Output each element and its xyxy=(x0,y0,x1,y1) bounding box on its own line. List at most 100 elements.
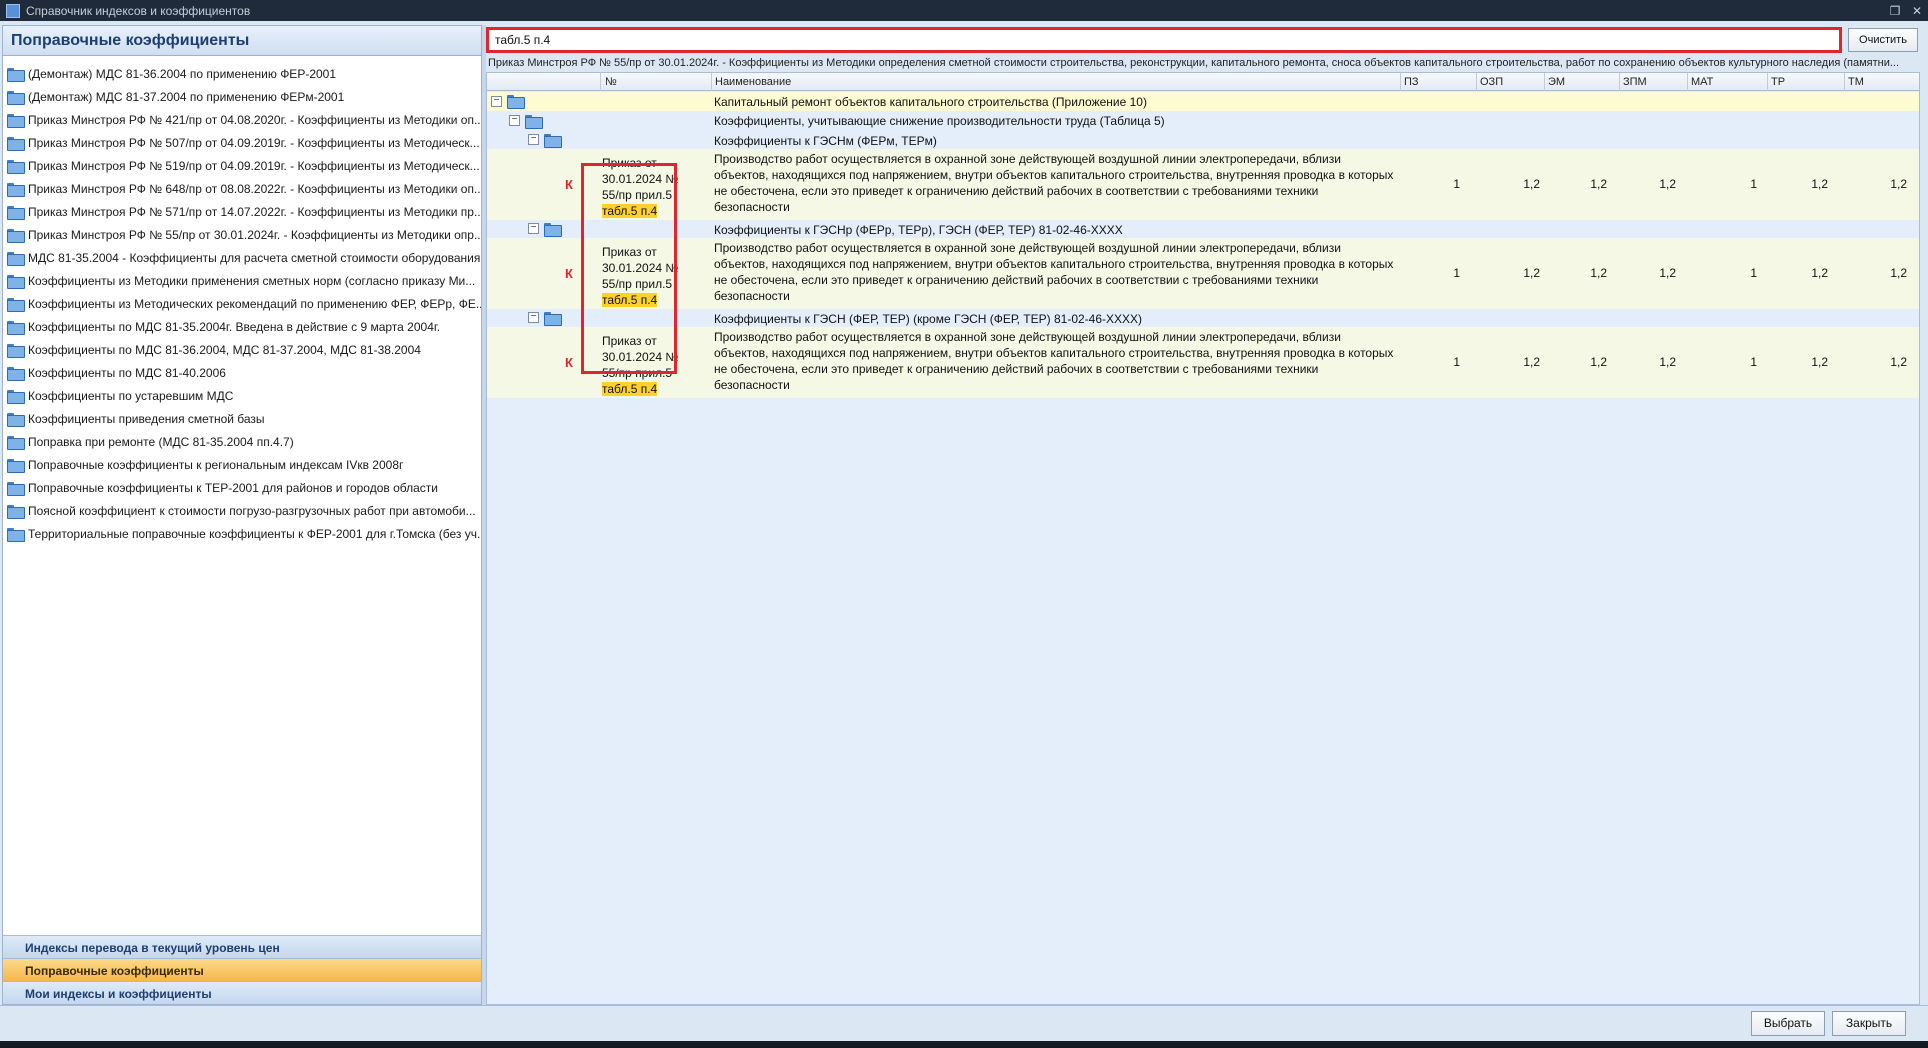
search-row: Очистить xyxy=(486,27,1920,55)
column-em[interactable]: ЭМ xyxy=(1548,76,1565,88)
coefficient-group-list: (Демонтаж) МДС 81-36.2004 по применению … xyxy=(3,56,481,545)
folder-icon xyxy=(7,274,25,289)
list-item[interactable]: Коэффициенты по МДС 81-40.2006 xyxy=(3,361,481,384)
nav-coefficients-button[interactable]: Поправочные коэффициенты xyxy=(3,958,481,981)
folder-icon xyxy=(7,412,25,427)
row-number: Приказ от 30.01.2024 № 55/пр прил.5 табл.… xyxy=(602,156,679,218)
select-button[interactable]: Выбрать xyxy=(1751,1011,1825,1036)
folder-icon xyxy=(7,297,25,312)
app-window: Справочник индексов и коэффициентов ❐ ✕ … xyxy=(0,0,1928,1048)
list-item[interactable]: Коэффициенты по устаревшим МДС xyxy=(3,384,481,407)
collapse-icon[interactable]: − xyxy=(528,134,539,145)
folder-icon xyxy=(544,223,562,237)
list-item[interactable]: Коэффициенты приведения сметной базы xyxy=(3,407,481,430)
close-window-button[interactable]: ✕ xyxy=(1906,4,1928,18)
list-item[interactable]: Приказ Минстроя РФ № 55/пр от 30.01.2024… xyxy=(3,223,481,246)
folder-icon xyxy=(7,366,25,381)
grid-header: № Наименование ПЗ ОЗП ЭМ ЗПМ МАТ ТР ТМ xyxy=(487,73,1919,91)
collapse-icon[interactable]: − xyxy=(528,312,539,323)
folder-icon xyxy=(7,435,25,450)
list-item[interactable]: Поправочные коэффициенты к ТЕР-2001 для … xyxy=(3,476,481,499)
row-description: Производство работ осуществляется в охра… xyxy=(714,152,1394,214)
folder-icon xyxy=(7,389,25,404)
group-row[interactable]: − Коэффициенты к ГЭСНр (ФЕРр, ТЕРр), ГЭС… xyxy=(487,220,1919,238)
list-item[interactable]: Приказ Минстроя РФ № 648/пр от 08.08.202… xyxy=(3,177,481,200)
nav-my-indices-button[interactable]: Мои индексы и коэффициенты xyxy=(3,981,481,1004)
list-item[interactable]: (Демонтаж) МДС 81-36.2004 по применению … xyxy=(3,62,481,85)
app-icon xyxy=(6,3,20,18)
list-item[interactable]: Коэффициенты из Методики применения смет… xyxy=(3,269,481,292)
row-description: Производство работ осуществляется в охра… xyxy=(714,330,1394,392)
collapse-icon[interactable]: − xyxy=(528,223,539,234)
table-row[interactable]: К Приказ от 30.01.2024 № 55/пр прил.5 таб… xyxy=(487,149,1919,220)
row-description: Производство работ осуществляется в охра… xyxy=(714,241,1394,303)
section-row[interactable]: − Капитальный ремонт объектов капитально… xyxy=(487,92,1919,111)
nav-buttons: Индексы перевода в текущий уровень цен П… xyxy=(3,935,481,1004)
subsection-row[interactable]: − Коэффициенты, учитывающие снижение про… xyxy=(487,111,1919,131)
folder-icon xyxy=(7,182,25,197)
left-panel: Поправочные коэффициенты (Демонтаж) МДС … xyxy=(2,25,482,1005)
folder-icon xyxy=(7,136,25,151)
folder-icon xyxy=(525,115,543,129)
folder-icon xyxy=(7,228,25,243)
clear-button[interactable]: Очистить xyxy=(1848,28,1918,52)
taskbar xyxy=(0,1041,1928,1048)
column-pz[interactable]: ПЗ xyxy=(1404,76,1419,88)
coefficient-grid: № Наименование ПЗ ОЗП ЭМ ЗПМ МАТ ТР ТМ −… xyxy=(486,72,1920,1005)
folder-icon xyxy=(7,90,25,105)
folder-icon xyxy=(7,504,25,519)
title-bar: Справочник индексов и коэффициентов ❐ ✕ xyxy=(0,0,1928,21)
list-item[interactable]: Территориальные поправочные коэффициенты… xyxy=(3,522,481,545)
search-highlight: табл.5 п.4 xyxy=(602,204,658,218)
folder-icon xyxy=(544,134,562,148)
column-zpm[interactable]: ЗПМ xyxy=(1623,76,1647,88)
nav-indices-button[interactable]: Индексы перевода в текущий уровень цен xyxy=(3,935,481,958)
close-button[interactable]: Закрыть xyxy=(1832,1011,1906,1036)
table-row[interactable]: К Приказ от 30.01.2024 № 55/пр прил.5 таб… xyxy=(487,238,1919,309)
list-item[interactable]: Приказ Минстроя РФ № 421/пр от 04.08.202… xyxy=(3,108,481,131)
list-item[interactable]: Приказ Минстроя РФ № 507/пр от 04.09.201… xyxy=(3,131,481,154)
collapse-icon[interactable]: − xyxy=(509,115,520,126)
list-item[interactable]: Коэффициенты по МДС 81-36.2004, МДС 81-3… xyxy=(3,338,481,361)
group-row[interactable]: − Коэффициенты к ГЭСН (ФЕР, ТЕР) (кроме … xyxy=(487,309,1919,327)
coefficient-marker: К xyxy=(565,177,573,192)
list-item[interactable]: МДС 81-35.2004 - Коэффициенты для расчет… xyxy=(3,246,481,269)
column-num[interactable]: № xyxy=(605,76,617,88)
folder-icon xyxy=(7,251,25,266)
folder-icon xyxy=(507,95,525,109)
folder-icon xyxy=(7,113,25,128)
left-panel-header: Поправочные коэффициенты xyxy=(3,26,481,56)
column-name[interactable]: Наименование xyxy=(715,76,791,88)
column-mat[interactable]: МАТ xyxy=(1691,76,1713,88)
collapse-icon[interactable]: − xyxy=(491,96,502,107)
folder-icon xyxy=(7,320,25,335)
list-item[interactable]: Коэффициенты по МДС 81-35.2004г. Введена… xyxy=(3,315,481,338)
bottom-bar: Выбрать Закрыть xyxy=(0,1005,1928,1041)
right-panel: Очистить Приказ Минстроя РФ № 55/пр от 3… xyxy=(486,25,1920,1005)
list-item[interactable]: Коэффициенты из Методических рекомендаци… xyxy=(3,292,481,315)
folder-icon xyxy=(7,458,25,473)
folder-icon xyxy=(544,312,562,326)
search-input[interactable] xyxy=(486,27,1842,53)
list-item[interactable]: Приказ Минстроя РФ № 519/пр от 04.09.201… xyxy=(3,154,481,177)
column-tr[interactable]: ТР xyxy=(1771,76,1785,88)
list-item[interactable]: (Демонтаж) МДС 81-37.2004 по применению … xyxy=(3,85,481,108)
column-ozp[interactable]: ОЗП xyxy=(1480,76,1503,88)
restore-button[interactable]: ❐ xyxy=(1884,4,1906,18)
list-item[interactable]: Приказ Минстроя РФ № 571/пр от 14.07.202… xyxy=(3,200,481,223)
row-number: Приказ от 30.01.2024 № 55/пр прил.5 табл.… xyxy=(602,245,679,307)
folder-icon xyxy=(7,205,25,220)
list-item[interactable]: Поправка при ремонте (МДС 81-35.2004 пп.… xyxy=(3,430,481,453)
folder-icon xyxy=(7,481,25,496)
folder-icon xyxy=(7,527,25,542)
folder-icon xyxy=(7,67,25,82)
group-row[interactable]: − Коэффициенты к ГЭСНм (ФЕРм, ТЕРм) xyxy=(487,131,1919,149)
coefficient-marker: К xyxy=(565,266,573,281)
column-tm[interactable]: ТМ xyxy=(1848,76,1864,88)
list-item[interactable]: Поправочные коэффициенты к региональным … xyxy=(3,453,481,476)
list-item[interactable]: Поясной коэффициент к стоимости погрузо-… xyxy=(3,499,481,522)
table-row[interactable]: К Приказ от 30.01.2024 № 55/пр прил.5 таб… xyxy=(487,327,1919,398)
breadcrumb: Приказ Минстроя РФ № 55/пр от 30.01.2024… xyxy=(488,57,1900,69)
folder-icon xyxy=(7,343,25,358)
row-number: Приказ от 30.01.2024 № 55/пр прил.5 табл.… xyxy=(602,334,679,396)
